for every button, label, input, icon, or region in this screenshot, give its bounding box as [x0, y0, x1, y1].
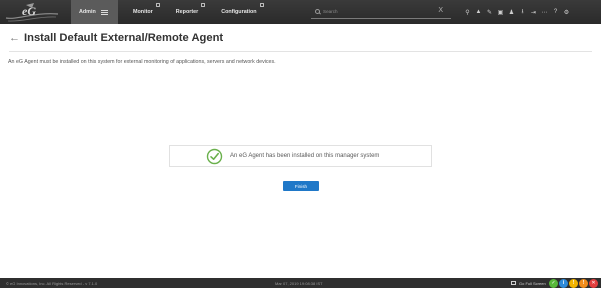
- download-icon[interactable]: ⭳: [517, 7, 528, 18]
- search-icon: [315, 9, 320, 14]
- more-icon[interactable]: ⋯: [539, 7, 550, 18]
- toolbar-icons: ⚲ ▲ ✎ ▣ ♟ ⭳ ⇥ ⋯ ? ⚙: [462, 6, 572, 18]
- nav-configuration[interactable]: Configuration: [213, 0, 264, 24]
- footer-bar: © eG Innovations, Inc. All Rights Reserv…: [0, 278, 601, 288]
- clear-search-icon[interactable]: X: [438, 7, 443, 14]
- info-status-icon[interactable]: i: [559, 278, 568, 288]
- fullscreen-icon: [511, 281, 516, 285]
- top-nav-bar: eG Admin Monitor Reporter Configuration …: [0, 0, 601, 24]
- success-message-panel: An eG Agent has been installed on this m…: [169, 145, 432, 167]
- major-status-icon[interactable]: !: [579, 278, 588, 288]
- fullscreen-toggle[interactable]: Go Full Screen: [511, 281, 546, 286]
- eg-logo-icon: eG: [5, 3, 59, 22]
- warning-status-icon[interactable]: !: [569, 278, 578, 288]
- timestamp: Mar 07, 2019 19:08:38 IST: [275, 280, 323, 286]
- menu-icon[interactable]: [100, 9, 108, 16]
- normal-status-icon[interactable]: ✓: [549, 278, 558, 288]
- nav-monitor-label: Monitor: [133, 9, 153, 15]
- search-icon[interactable]: ⚲: [462, 7, 473, 18]
- page-header: ← Install Default External/Remote Agent: [9, 31, 223, 45]
- fullscreen-label: Go Full Screen: [519, 280, 546, 286]
- layers-icon[interactable]: ▣: [495, 7, 506, 18]
- nav-configuration-label: Configuration: [221, 9, 257, 15]
- eg-logo[interactable]: eG: [4, 0, 60, 24]
- copyright-text: © eG Innovations, Inc. All Rights Reserv…: [6, 280, 98, 286]
- help-icon[interactable]: ?: [550, 7, 561, 18]
- nav-admin-label: Admin: [79, 9, 96, 15]
- tools-icon[interactable]: ✎: [484, 7, 495, 18]
- critical-status-icon[interactable]: ✕: [589, 278, 598, 288]
- alert-icon[interactable]: ▲: [473, 7, 484, 18]
- check-circle-icon: [206, 148, 223, 165]
- open-new-window-icon[interactable]: [259, 3, 264, 7]
- page-title: Install Default External/Remote Agent: [24, 32, 224, 44]
- nav-monitor[interactable]: Monitor: [125, 0, 161, 24]
- back-arrow-icon[interactable]: ←: [9, 32, 20, 44]
- page-description: An eG Agent must be installed on this sy…: [8, 59, 276, 65]
- open-new-window-icon[interactable]: [155, 3, 160, 7]
- open-new-window-icon[interactable]: [201, 3, 206, 7]
- user-icon[interactable]: ♟: [506, 7, 517, 18]
- alarm-status-indicators: ✓ i ! ! ✕: [549, 278, 598, 288]
- search-input[interactable]: [323, 9, 433, 14]
- nav-reporter[interactable]: Reporter: [168, 0, 206, 24]
- signout-icon[interactable]: ⇥: [528, 7, 539, 18]
- nav-reporter-label: Reporter: [175, 9, 199, 15]
- nav-admin[interactable]: Admin: [71, 0, 118, 24]
- settings-icon[interactable]: ⚙: [561, 7, 572, 18]
- title-divider: [9, 51, 592, 52]
- global-search: X: [311, 5, 451, 19]
- finish-button[interactable]: Finish: [283, 181, 319, 191]
- success-message-text: An eG Agent has been installed on this m…: [230, 153, 380, 159]
